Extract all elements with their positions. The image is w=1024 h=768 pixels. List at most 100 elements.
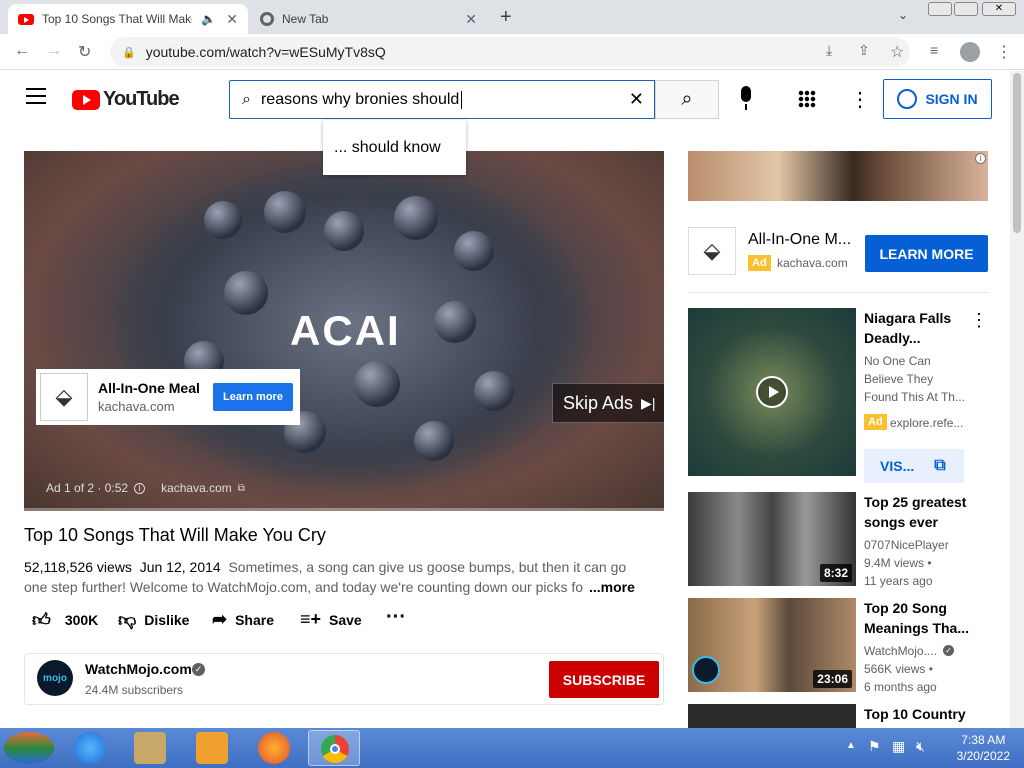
ad-progress-bar[interactable] — [24, 508, 664, 511]
video-thumbnail[interactable]: 23:06 — [688, 598, 856, 692]
tab-new-tab[interactable]: New Tab ✕ — [252, 4, 487, 34]
tray-network-icon[interactable]: ▦ — [892, 738, 905, 755]
ad-domain: kachava.com — [98, 399, 175, 414]
media-controls-icon[interactable]: ≡ — [930, 42, 938, 58]
external-link-icon: ⧉ — [934, 457, 946, 474]
microphone-icon[interactable] — [737, 86, 755, 112]
ad-title: All-In-One Meal — [98, 380, 200, 396]
show-more-link[interactable]: ...more — [589, 579, 635, 595]
rec-title: Top 25 greatest songs ever — [864, 494, 967, 530]
ad-learn-more-button[interactable]: Learn more — [213, 383, 293, 411]
share-arrow-icon: ➦ — [212, 609, 228, 629]
tab-youtube[interactable]: Top 10 Songs That Will Make 🔈 ✕ — [8, 4, 248, 34]
url-text: youtube.com/watch?v=wESuMyTv8sQ — [145, 44, 386, 60]
tab-search-chevron-icon[interactable]: ⌄ — [898, 8, 908, 22]
sidebar-banner-ad[interactable]: i — [688, 151, 988, 201]
back-icon[interactable]: ← — [14, 42, 30, 60]
share-page-icon[interactable]: ⇪ — [858, 42, 870, 59]
tray-volume-muted-icon[interactable]: 🔇︎ — [916, 738, 925, 755]
rec-views: 566K views • — [864, 662, 933, 676]
more-actions-icon[interactable]: ··· — [386, 606, 406, 629]
internet-explorer-icon[interactable] — [74, 732, 106, 764]
scrollbar-thumb[interactable] — [1013, 73, 1021, 233]
tab-title: New Tab — [282, 12, 329, 26]
skip-ads-button[interactable]: Skip Ads ▶| — [552, 383, 664, 423]
kachava-logo-icon: ⬙ — [688, 227, 736, 275]
search-field[interactable]: ⌕ reasons why bronies should ✕ — [229, 80, 655, 119]
channel-avatar[interactable]: mojo — [37, 660, 73, 696]
rec-channel: WatchMojo.... — [864, 644, 937, 658]
system-clock[interactable]: 7:38 AM 3/20/2022 — [957, 732, 1010, 764]
youtube-logo[interactable]: YouTube — [72, 88, 180, 111]
video-thumbnail[interactable] — [688, 308, 856, 476]
kachava-logo-icon: ⬙ — [40, 373, 88, 421]
reload-icon[interactable]: ↻ — [78, 42, 91, 62]
search-suggestion[interactable]: ... should know — [323, 120, 466, 175]
new-tab-icon[interactable]: + — [500, 6, 512, 29]
view-count: 52,118,526 views — [24, 559, 132, 575]
chrome-taskbar-icon[interactable] — [308, 730, 360, 766]
close-tab-icon[interactable]: ✕ — [465, 11, 477, 28]
video-thumbnail[interactable] — [688, 704, 856, 728]
divider — [688, 292, 988, 293]
tray-show-hidden-icon[interactable]: ▲ — [846, 740, 856, 751]
visit-label: VIS... — [880, 458, 915, 474]
start-button-icon[interactable] — [4, 732, 54, 764]
media-player-icon[interactable] — [196, 732, 228, 764]
file-explorer-icon[interactable] — [134, 732, 166, 764]
close-tab-icon[interactable]: ✕ — [226, 11, 238, 28]
tray-flag-icon[interactable]: ⚑ — [868, 738, 881, 755]
save-button[interactable]: ≡+ Save — [300, 609, 362, 630]
search-button[interactable]: ⌕ — [655, 80, 719, 119]
clear-search-icon[interactable]: ✕ — [629, 89, 644, 110]
description-line-1: Sometimes, a song can give us goose bump… — [228, 559, 627, 575]
rec-options-icon[interactable]: ⋮ — [970, 310, 988, 331]
video-title: Top 10 Songs That Will Make You Cry — [24, 525, 326, 545]
description-line-2: one step further! Welcome to WatchMojo.c… — [24, 579, 584, 595]
sidebar-ad-row[interactable]: ⬙ All-In-One M... Ad kachava.com LEARN M… — [688, 227, 988, 279]
video-description[interactable]: 52,118,526 views Jun 12, 2014 Sometimes,… — [24, 557, 664, 597]
ad-link[interactable]: kachava.com — [161, 481, 232, 495]
profile-icon[interactable] — [960, 42, 980, 62]
account-circle-icon — [897, 89, 918, 109]
bookmark-star-icon[interactable]: ☆ — [890, 42, 904, 62]
ad-info-bar: Ad 1 of 2 · 0:52 i kachava.com ⧉ — [46, 481, 245, 495]
audio-playing-icon[interactable]: 🔈 — [201, 12, 216, 26]
video-thumbnail[interactable]: 8:32 — [688, 492, 856, 586]
info-icon[interactable]: i — [134, 482, 146, 494]
page-scrollbar[interactable] — [1010, 71, 1024, 728]
youtube-play-logo-icon — [72, 89, 100, 110]
recommendation-ad[interactable]: Niagara Falls Deadly... ⋮ No One Can Bel… — [688, 308, 988, 483]
address-bar[interactable]: 🔒 youtube.com/watch?v=wESuMyTv8sQ — [110, 37, 910, 67]
visit-site-button[interactable]: VIS... ⧉ — [864, 449, 964, 483]
upload-date: Jun 12, 2014 — [139, 559, 221, 575]
dislike-button[interactable]: 👎︎ Dislike — [118, 609, 189, 631]
recommendation-item[interactable]: 23:06 Top 20 Song Meanings Tha... WatchM… — [688, 598, 988, 694]
save-label: Save — [329, 611, 362, 628]
recommendation-item[interactable]: Top 10 Country — [688, 704, 988, 728]
search-input[interactable]: reasons why bronies should — [261, 91, 459, 109]
forward-icon[interactable]: → — [46, 42, 62, 60]
recommendation-item[interactable]: 8:32 Top 25 greatest songs ever 0707Nice… — [688, 492, 988, 588]
chrome-menu-icon[interactable]: ⋮ — [996, 42, 1012, 62]
maximize-icon[interactable] — [954, 2, 978, 16]
install-icon[interactable]: ⤓ — [826, 42, 832, 59]
sidebar-learn-more-button[interactable]: LEARN MORE — [865, 235, 988, 272]
close-window-icon[interactable]: ✕ — [982, 2, 1016, 16]
avatar-text: mojo — [43, 672, 67, 684]
channel-name[interactable]: WatchMojo.com — [85, 661, 192, 677]
apps-grid-icon[interactable] — [798, 90, 816, 108]
like-button[interactable]: 👍︎ 300K — [32, 609, 98, 631]
sign-in-button[interactable]: SIGN IN — [883, 79, 992, 119]
logo-text: YouTube — [103, 88, 180, 110]
video-player[interactable]: ACAI ⬙ All-In-One Meal kachava.com Learn… — [24, 151, 664, 511]
rec-age: 11 years ago — [864, 574, 933, 588]
share-button[interactable]: ➦ Share — [212, 609, 274, 630]
firefox-icon[interactable] — [258, 732, 290, 764]
ad-overlay-card[interactable]: ⬙ All-In-One Meal kachava.com Learn more — [36, 369, 300, 425]
settings-more-icon[interactable]: ⋮ — [850, 87, 870, 112]
ad-choices-icon[interactable]: i — [975, 153, 986, 164]
minimize-icon[interactable] — [928, 2, 952, 16]
subscribe-button[interactable]: SUBSCRIBE — [549, 661, 659, 698]
hamburger-menu-icon[interactable] — [26, 88, 46, 104]
